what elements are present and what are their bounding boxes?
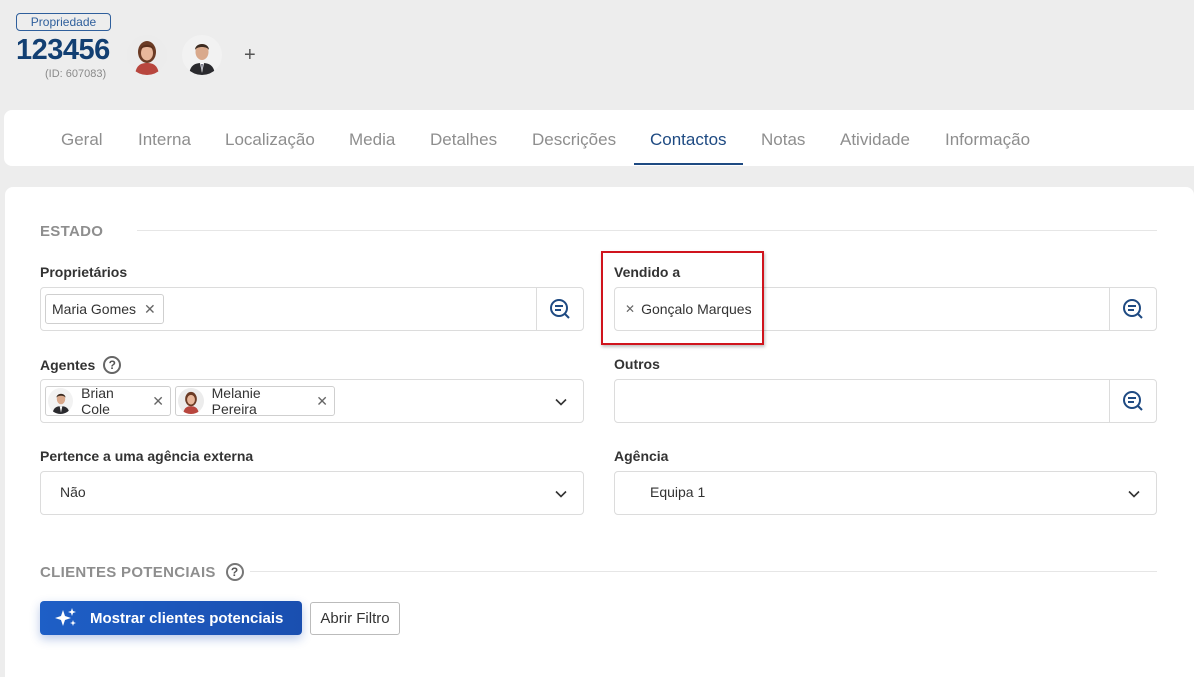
chevron-down-icon[interactable] bbox=[555, 395, 567, 413]
section-title-estado: ESTADO bbox=[40, 223, 104, 240]
agencia-externa-value: Não bbox=[60, 484, 86, 500]
search-list-icon[interactable] bbox=[536, 288, 583, 330]
search-list-icon[interactable] bbox=[1109, 380, 1156, 422]
close-icon[interactable]: ✕ bbox=[316, 393, 328, 410]
tab-detalhes[interactable]: Detalhes bbox=[430, 110, 497, 165]
chip-label: Gonçalo Marques bbox=[641, 301, 752, 317]
proprietarios-field[interactable]: Maria Gomes ✕ bbox=[40, 287, 584, 331]
add-agent-button[interactable]: + bbox=[244, 44, 256, 66]
agencia-select[interactable]: Equipa 1 bbox=[614, 471, 1157, 515]
chevron-down-icon[interactable] bbox=[1128, 487, 1140, 505]
avatar bbox=[48, 388, 74, 414]
tab-media[interactable]: Media bbox=[349, 110, 395, 165]
tab-atividade[interactable]: Atividade bbox=[840, 110, 910, 165]
chip-label: Melanie Pereira bbox=[211, 385, 261, 417]
label-agentes-text: Agentes bbox=[40, 357, 96, 373]
help-icon[interactable]: ? bbox=[103, 356, 122, 374]
tab-bar: Geral Interna Localização Media Detalhes… bbox=[4, 110, 1194, 166]
label-vendido-a: Vendido a bbox=[614, 264, 681, 280]
label-agentes: Agentes ? bbox=[40, 356, 122, 374]
chip-owner: Maria Gomes ✕ bbox=[45, 294, 164, 324]
tab-geral[interactable]: Geral bbox=[61, 110, 103, 165]
help-icon[interactable]: ? bbox=[225, 563, 244, 581]
tab-notas[interactable]: Notas bbox=[761, 110, 805, 165]
property-id-label: (ID: 607083) bbox=[45, 68, 107, 80]
chevron-down-icon[interactable] bbox=[555, 487, 567, 505]
property-number: 123456 bbox=[16, 34, 110, 66]
show-potential-clients-label: Mostrar clientes potenciais bbox=[90, 609, 284, 627]
section-title-clientes: CLIENTES POTENCIAIS ? bbox=[40, 563, 244, 581]
agentes-select[interactable]: Brian Cole ✕ Melanie Pereira ✕ bbox=[40, 379, 584, 423]
chip-agent: Brian Cole ✕ bbox=[45, 385, 171, 417]
chip-label: Brian Cole bbox=[81, 385, 114, 417]
label-outros: Outros bbox=[614, 356, 660, 372]
chip-label: Maria Gomes bbox=[52, 301, 137, 317]
tab-descricoes[interactable]: Descrições bbox=[532, 110, 616, 165]
show-potential-clients-button[interactable]: Mostrar clientes potenciais bbox=[40, 601, 302, 635]
avatar-male-agent[interactable] bbox=[182, 35, 222, 75]
sparkle-icon bbox=[54, 607, 78, 629]
chip-agent: Melanie Pereira ✕ bbox=[175, 385, 335, 417]
section-divider bbox=[137, 230, 1157, 231]
label-agencia-externa: Pertence a uma agência externa bbox=[40, 448, 254, 464]
agencia-externa-select[interactable]: Não bbox=[40, 471, 584, 515]
section-divider bbox=[250, 571, 1157, 572]
section-title-text: CLIENTES POTENCIAIS bbox=[40, 563, 216, 581]
agencia-value: Equipa 1 bbox=[650, 484, 706, 500]
search-list-icon[interactable] bbox=[1109, 288, 1156, 330]
outros-field[interactable] bbox=[614, 379, 1157, 423]
property-type-badge: Propriedade bbox=[16, 13, 111, 31]
vendido-a-field[interactable]: ✕ Gonçalo Marques bbox=[614, 287, 1157, 331]
avatar bbox=[178, 388, 204, 414]
label-agencia: Agência bbox=[614, 448, 669, 464]
close-icon[interactable]: ✕ bbox=[152, 393, 164, 410]
chip-buyer: ✕ Gonçalo Marques bbox=[621, 294, 756, 324]
tab-contactos[interactable]: Contactos bbox=[634, 110, 743, 165]
label-proprietarios: Proprietários bbox=[40, 264, 128, 280]
open-filter-button[interactable]: Abrir Filtro bbox=[310, 602, 400, 635]
avatar-female-agent[interactable] bbox=[127, 35, 167, 75]
tab-interna[interactable]: Interna bbox=[138, 110, 191, 165]
tab-informacao[interactable]: Informação bbox=[945, 110, 1030, 165]
close-icon[interactable]: ✕ bbox=[144, 301, 156, 318]
close-icon[interactable]: ✕ bbox=[625, 302, 635, 316]
tab-localizacao[interactable]: Localização bbox=[225, 110, 315, 165]
